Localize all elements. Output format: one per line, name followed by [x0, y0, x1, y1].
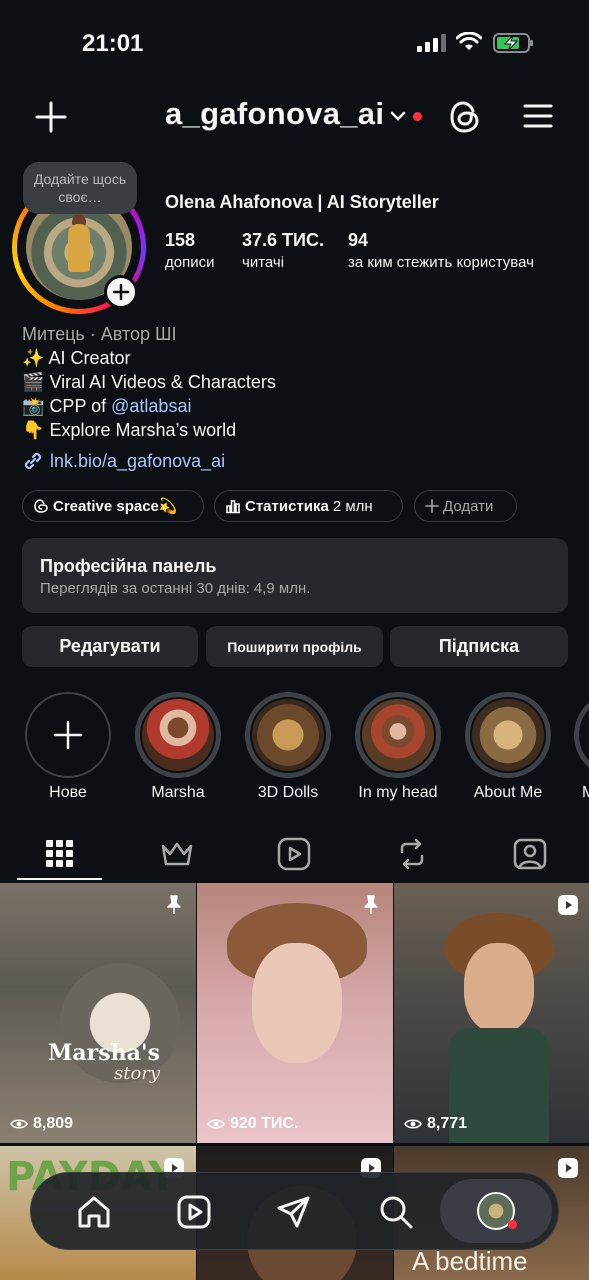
panel-title: Професійна панель — [40, 556, 217, 576]
highlight-cover — [142, 699, 214, 771]
highlight-about-me[interactable]: About Me — [464, 692, 552, 802]
stat-followers-label: читачі — [242, 254, 285, 271]
threads-small-icon — [34, 499, 48, 513]
stat-posts-label: дописи — [165, 254, 215, 271]
chevron-down-icon[interactable] — [390, 110, 406, 122]
display-name: Olena Ahafonova | AI Storyteller — [165, 192, 439, 212]
highlight-label: Нове — [49, 784, 87, 801]
highlight-cover — [362, 699, 434, 771]
add-chip[interactable]: Додати — [414, 490, 517, 522]
highlight-in-my-head[interactable]: In my head — [354, 692, 442, 802]
bio-link-text: lnk.bio/a_gafonova_ai — [50, 451, 226, 471]
highlight-partial[interactable]: M — [574, 692, 589, 802]
stat-following[interactable]: 94 за ким стежить користувач — [348, 230, 534, 271]
highlight-marsha[interactable]: Marsha — [134, 692, 222, 802]
highlight-label: M — [582, 784, 589, 801]
reposts-tab-icon[interactable] — [392, 836, 432, 872]
stat-following-value: 94 — [348, 230, 369, 250]
highlight-label: In my head — [358, 784, 438, 801]
share-profile-button[interactable]: Поширити профіль — [206, 626, 383, 667]
status-time: 21:01 — [82, 30, 144, 57]
panel-subtitle: Переглядів за останні 30 днів: 4,9 млн. — [40, 580, 311, 597]
notification-dot — [508, 1220, 517, 1229]
bar-chart-icon — [226, 500, 240, 514]
reel-icon — [558, 1158, 578, 1178]
stat-posts[interactable]: 158 дописи — [165, 230, 214, 271]
statistics-chip[interactable]: Статистика 2 млн — [214, 490, 403, 522]
eye-icon — [10, 1119, 28, 1129]
post-tile[interactable]: Marsha's story 8,809 — [0, 883, 196, 1143]
stat-followers-value: 37.6 ТИС. — [242, 230, 324, 250]
post-tile[interactable]: 8,771 — [394, 883, 589, 1143]
bottom-navigation — [30, 1172, 559, 1250]
pin-icon — [364, 895, 378, 914]
bio-line: ✨ AI Creator — [22, 348, 131, 368]
post-tile[interactable]: 920 ТИС. — [197, 883, 393, 1143]
profile-username[interactable]: a_gafonova_ai — [165, 96, 384, 132]
create-plus-icon[interactable] — [34, 100, 68, 134]
bio-line: 📸 CPP of @atlabsai — [22, 396, 192, 416]
edit-profile-button[interactable]: Редагувати — [22, 626, 198, 667]
reels-icon[interactable] — [175, 1193, 213, 1231]
direct-messages-icon[interactable] — [275, 1193, 313, 1231]
subscription-button[interactable]: Підписка — [390, 626, 568, 667]
threads-icon[interactable] — [448, 99, 482, 135]
active-tab-indicator — [17, 878, 102, 880]
reels-tab-icon[interactable] — [274, 836, 314, 872]
notification-dot — [413, 112, 422, 121]
battery-charging-icon — [493, 33, 533, 53]
bio-link[interactable]: lnk.bio/a_gafonova_ai — [22, 450, 225, 472]
tagged-tab-icon[interactable] — [510, 836, 550, 872]
highlight-cover — [472, 699, 544, 771]
plus-small-icon — [425, 499, 439, 513]
highlight-cover — [252, 699, 324, 771]
stat-following-label: за ким стежить користувач — [348, 254, 534, 271]
cellular-signal-icon — [417, 34, 446, 52]
post-view-count: 8,771 — [404, 1115, 467, 1133]
professional-dashboard[interactable]: Професійна панель Переглядів за останні … — [22, 538, 568, 613]
bio-line: 👇 Explore Marsha’s world — [22, 420, 237, 440]
post-overlay-text: A bedtime — [412, 1246, 528, 1276]
status-bar: 21:01 — [0, 0, 589, 80]
bio-line: 🎬 Viral AI Videos & Characters — [22, 372, 276, 392]
highlight-label: Marsha — [151, 784, 205, 801]
highlight-label: 3D Dolls — [257, 784, 319, 801]
plus-icon — [112, 283, 130, 301]
post-overlay-text: story — [114, 1063, 161, 1084]
plus-icon — [53, 720, 83, 750]
bio-mention-link[interactable]: @atlabsai — [111, 396, 191, 416]
menu-hamburger-icon[interactable] — [522, 102, 554, 130]
pin-icon — [167, 895, 181, 914]
creative-space-chip[interactable]: Creative space💫 — [22, 490, 204, 522]
search-icon[interactable] — [377, 1193, 415, 1231]
crown-subscriber-tab-icon[interactable] — [157, 836, 197, 872]
highlight-label: About Me — [473, 784, 543, 801]
home-icon[interactable] — [75, 1193, 113, 1231]
add-story-button[interactable] — [104, 275, 138, 309]
stat-posts-value: 158 — [165, 230, 196, 250]
bio: Митець · Автор ШІ ✨ AI Creator 🎬 Viral A… — [22, 322, 276, 442]
post-view-count: 8,809 — [10, 1115, 73, 1133]
profile-note-bubble[interactable]: Додайте щось своє… — [23, 162, 137, 214]
eye-icon — [207, 1119, 225, 1129]
post-view-count: 920 ТИС. — [207, 1115, 298, 1133]
reel-icon — [558, 895, 578, 915]
highlight-new[interactable]: Нове — [24, 692, 112, 802]
highlight-3d-dolls[interactable]: 3D Dolls — [244, 692, 332, 802]
eye-icon — [404, 1119, 422, 1129]
link-icon — [24, 452, 42, 470]
stat-followers[interactable]: 37.6 ТИС. читачі — [242, 230, 324, 271]
profile-category: Митець · Автор ШІ — [22, 324, 177, 344]
wifi-icon — [456, 32, 482, 50]
grid-tab-icon[interactable] — [40, 836, 80, 872]
